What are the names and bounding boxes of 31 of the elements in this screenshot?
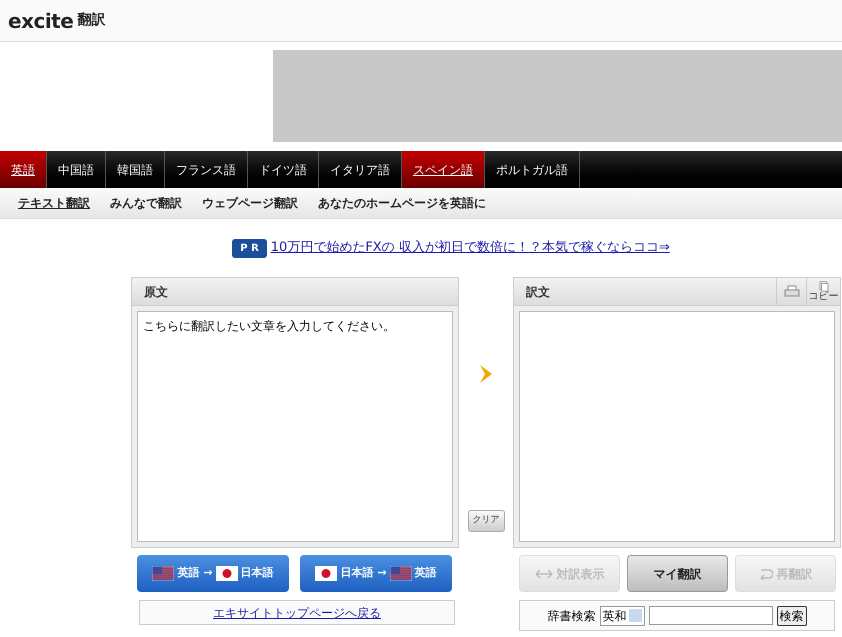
flag-icon [152, 566, 174, 581]
sub-tab[interactable]: あなたのホームページを英語に [318, 194, 486, 212]
search-button[interactable]: 検索 [776, 606, 806, 626]
action-button[interactable]: マイ翻訳 [627, 555, 728, 592]
sub-tab[interactable]: ウェブページ翻訳 [202, 194, 298, 212]
sub-tab[interactable]: テキスト翻訳 [18, 194, 90, 212]
printer-icon [784, 284, 800, 298]
documents-icon [818, 281, 828, 292]
language-tab[interactable]: スペイン語 [402, 151, 485, 188]
clear-button[interactable]: クリア [468, 510, 504, 532]
dictionary-label: 辞書検索 [548, 608, 596, 624]
flag-icon [216, 566, 238, 581]
promo-link[interactable]: 10万円で始めたFXの 収入が初日で数倍に！？本気で稼ぐならココ⇒ [270, 238, 670, 258]
dictionary-search-field[interactable] [648, 606, 772, 625]
site-logo[interactable]: excite [8, 6, 74, 36]
copy-button[interactable]: コピー [806, 278, 840, 305]
sub-tab[interactable]: みんなで翻訳 [110, 194, 182, 212]
translate-direction-button[interactable]: 英語 → 日本語 [137, 555, 289, 592]
pr-badge: P R [232, 238, 267, 258]
panel-title: 訳文 [526, 284, 551, 300]
language-tab[interactable]: 英語 [0, 151, 47, 188]
dictionary-mode-select[interactable]: 英和 [600, 606, 644, 626]
source-text-field[interactable]: こちらに翻訳したい文章を入力してください。 [137, 311, 453, 542]
panel-title: 原文 [144, 284, 168, 300]
double-arrow-icon [534, 568, 552, 578]
translate-direction-button[interactable]: 日本語 → 英語 [300, 555, 452, 592]
flag-icon [390, 566, 412, 581]
chevron-right-icon [478, 364, 494, 384]
logo-suffix: 翻訳 [77, 11, 106, 30]
flag-icon [315, 566, 338, 581]
return-arrow-icon [758, 568, 772, 580]
